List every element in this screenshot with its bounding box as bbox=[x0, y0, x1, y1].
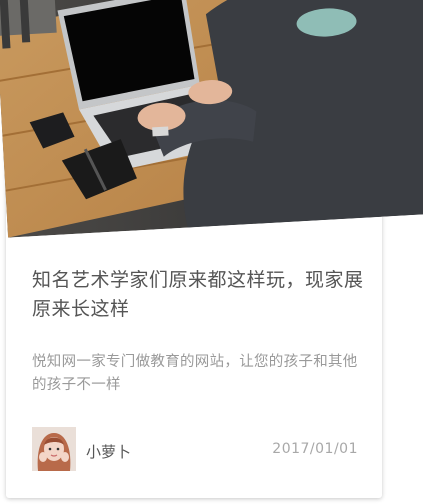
article-thumbnail[interactable] bbox=[0, 0, 423, 245]
article-footer: 小萝卜 2017/01/01 bbox=[32, 427, 358, 473]
author-name[interactable]: 小萝卜 bbox=[86, 441, 131, 462]
author-avatar-icon[interactable] bbox=[32, 427, 76, 471]
publish-date: 2017/01/01 bbox=[272, 441, 358, 457]
article-description: 悦知网一家专门做教育的网站，让您的孩子和其他的孩子不一样 bbox=[32, 354, 358, 393]
article-title[interactable]: 知名艺术学家们原来都这样玩，现家展原来长这样 bbox=[32, 266, 364, 324]
laptop-desk-photo-icon bbox=[0, 0, 423, 238]
